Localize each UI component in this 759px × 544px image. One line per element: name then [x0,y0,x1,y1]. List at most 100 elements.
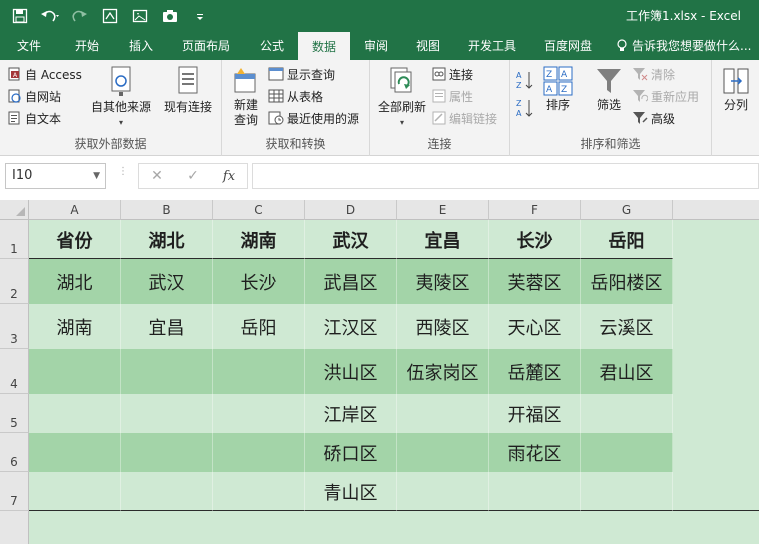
cell-g6[interactable] [581,433,673,472]
cell-d1[interactable]: 武汉 [305,220,397,259]
worksheet-grid[interactable]: A B C D E F G 1 2 3 4 5 6 7 省份 湖北 湖南 武汉 … [0,200,759,544]
cell-e7[interactable] [397,472,489,511]
tab-review[interactable]: 审阅 [350,32,402,60]
row-header-4[interactable]: 4 [0,349,29,394]
cell-d7[interactable]: 青山区 [305,472,397,511]
column-header-a[interactable]: A [29,200,121,220]
cell-g1[interactable]: 岳阳 [581,220,673,259]
refresh-all-button[interactable]: 全部刷新 ▾ [374,66,430,130]
select-all-button[interactable] [0,200,29,220]
properties-button[interactable]: 属性 [432,86,473,106]
row-header-1[interactable]: 1 [0,220,29,259]
cell-e4[interactable]: 伍家岗区 [397,349,489,394]
enter-icon[interactable]: ✓ [175,168,211,184]
cancel-icon[interactable]: ✕ [139,168,175,184]
cell-c1[interactable]: 湖南 [213,220,305,259]
filter-button[interactable]: 筛选 [590,66,628,113]
cell-f4[interactable]: 岳麓区 [489,349,581,394]
tab-formulas[interactable]: 公式 [246,32,298,60]
tab-home[interactable]: 开始 [58,32,116,60]
cell-e6[interactable] [397,433,489,472]
row-header-2[interactable]: 2 [0,259,29,304]
cell-d2[interactable]: 武昌区 [305,259,397,304]
cell-b3[interactable]: 宜昌 [121,304,213,349]
chevron-down-icon[interactable]: ▼ [93,164,100,188]
cell-f7[interactable] [489,472,581,511]
cell-g4[interactable]: 君山区 [581,349,673,394]
cell-f2[interactable]: 芙蓉区 [489,259,581,304]
edit-links-button[interactable]: 编辑链接 [432,108,497,128]
cell-c6[interactable] [213,433,305,472]
tab-insert[interactable]: 插入 [116,32,166,60]
from-access-button[interactable]: A 自 Access [8,64,82,84]
cell-f3[interactable]: 天心区 [489,304,581,349]
tell-me-box[interactable]: 告诉我您想要做什么... [606,32,751,60]
row-header-5[interactable]: 5 [0,394,29,433]
cell-g3[interactable]: 云溪区 [581,304,673,349]
cell-b7[interactable] [121,472,213,511]
column-header-e[interactable]: E [397,200,489,220]
cell-f6[interactable]: 雨花区 [489,433,581,472]
photo-icon[interactable] [126,3,154,29]
cell-e5[interactable] [397,394,489,433]
sort-za-button[interactable]: ZA [516,98,534,118]
cell-g5[interactable] [581,394,673,433]
recent-sources-button[interactable]: 最近使用的源 [268,108,359,128]
cell-e2[interactable]: 夷陵区 [397,259,489,304]
cell-a2[interactable]: 湖北 [29,259,121,304]
column-header-d[interactable]: D [305,200,397,220]
tab-data[interactable]: 数据 [298,32,350,60]
redo-icon[interactable] [66,3,94,29]
cell-b1[interactable]: 湖北 [121,220,213,259]
cell-c4[interactable] [213,349,305,394]
column-header-g[interactable]: G [581,200,673,220]
row-header-8[interactable] [0,511,29,544]
cell-f1[interactable]: 长沙 [489,220,581,259]
name-box[interactable]: I10 ▼ [5,163,106,189]
cell-b2[interactable]: 武汉 [121,259,213,304]
sort-button[interactable]: ZAAZ 排序 [540,66,576,113]
cell-g7[interactable] [581,472,673,511]
column-header-c[interactable]: C [213,200,305,220]
cell-f5[interactable]: 开福区 [489,394,581,433]
cell-d5[interactable]: 江岸区 [305,394,397,433]
row-header-7[interactable]: 7 [0,472,29,511]
cell-a6[interactable] [29,433,121,472]
from-table-button[interactable]: 从表格 [268,86,323,106]
cell-a1[interactable]: 省份 [29,220,121,259]
cell-c2[interactable]: 长沙 [213,259,305,304]
undo-icon[interactable] [36,3,64,29]
form-icon[interactable] [96,3,124,29]
tab-file[interactable]: 文件 [0,32,58,60]
column-header-b[interactable]: B [121,200,213,220]
connections-button[interactable]: 连接 [432,64,473,84]
cell-d6[interactable]: 硚口区 [305,433,397,472]
row-header-3[interactable]: 3 [0,304,29,349]
reapply-button[interactable]: 重新应用 [632,86,699,106]
from-web-button[interactable]: 自网站 [8,86,61,106]
advanced-filter-button[interactable]: 高级 [632,108,675,128]
camera-icon[interactable] [156,3,184,29]
tab-page-layout[interactable]: 页面布局 [166,32,246,60]
cell-a3[interactable]: 湖南 [29,304,121,349]
cell-b6[interactable] [121,433,213,472]
cell-d3[interactable]: 江汉区 [305,304,397,349]
cell-e1[interactable]: 宜昌 [397,220,489,259]
from-other-sources-button[interactable]: 自其他来源 ▾ [88,66,154,130]
formula-bar-grip[interactable]: ⋮ [118,167,128,184]
cell-b4[interactable] [121,349,213,394]
cell-c3[interactable]: 岳阳 [213,304,305,349]
tab-view[interactable]: 视图 [402,32,454,60]
existing-connections-button[interactable]: 现有连接 [160,66,216,115]
cell-e3[interactable]: 西陵区 [397,304,489,349]
show-queries-button[interactable]: 显示查询 [268,64,335,84]
cell-c5[interactable] [213,394,305,433]
cell-d4[interactable]: 洪山区 [305,349,397,394]
column-header-h[interactable] [673,200,759,220]
clear-filter-button[interactable]: 清除 [632,64,675,84]
cell-c7[interactable] [213,472,305,511]
cell-a5[interactable] [29,394,121,433]
tab-developer[interactable]: 开发工具 [454,32,530,60]
text-to-columns-button[interactable]: 分列 [716,66,756,113]
cell-a7[interactable] [29,472,121,511]
